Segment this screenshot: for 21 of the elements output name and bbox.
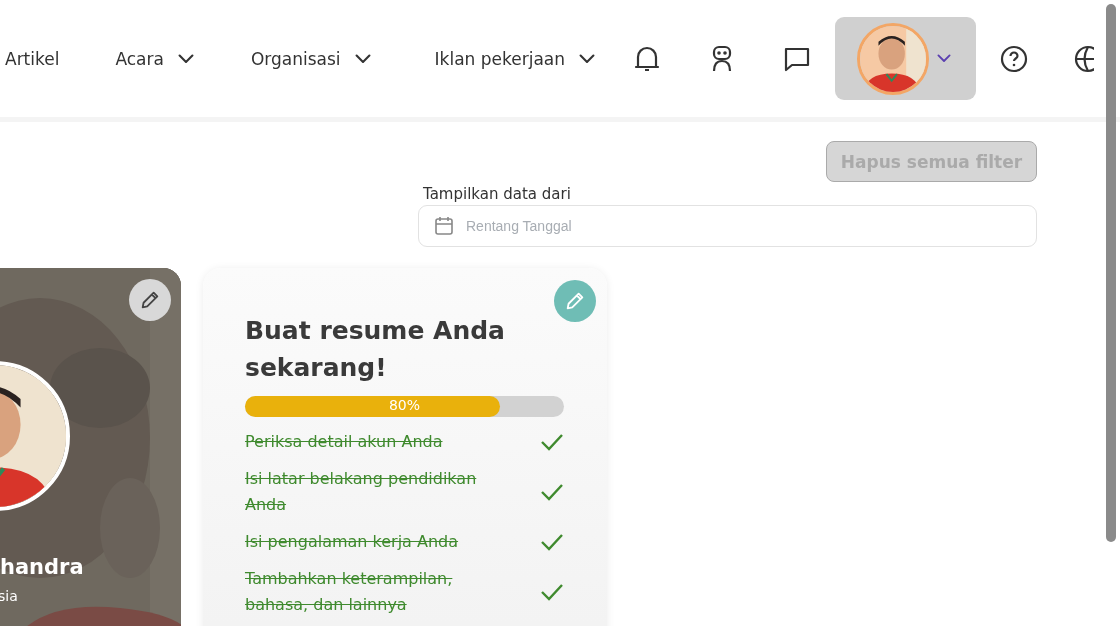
profile-menu-button[interactable]: [835, 17, 977, 100]
check-icon: [540, 583, 564, 601]
check-icon: [540, 433, 564, 451]
progress-reading: 80%: [387, 397, 422, 413]
date-range-field[interactable]: Rentang Tanggal: [418, 205, 1037, 247]
task-label: Tambahkan keterampilan, bahasa, dan lainnya: [245, 568, 454, 616]
nav-link[interactable]: Artikel: [5, 48, 60, 69]
field-label: Tampilkan data dari: [422, 185, 571, 203]
task-label: Isi latar belakang pendidikan Anda: [245, 468, 478, 516]
task-label: Periksa detail akun Anda: [245, 431, 444, 453]
check-icon: [540, 533, 564, 551]
nav-link[interactable]: Iklan pekerjaan: [434, 48, 596, 69]
check-icon: [540, 483, 564, 501]
calendar-icon: [434, 216, 454, 236]
nav-link[interactable]: Acara: [115, 48, 194, 69]
card-title: Buat resume Anda sekarang!: [245, 315, 506, 384]
chevron-down-icon: [937, 54, 952, 63]
scrollbar[interactable]: [1106, 4, 1116, 542]
nav-link[interactable]: Organisasi: [250, 48, 371, 69]
task-label: Isi pengalaman kerja Anda: [245, 531, 460, 553]
pencil-icon: [564, 290, 586, 312]
